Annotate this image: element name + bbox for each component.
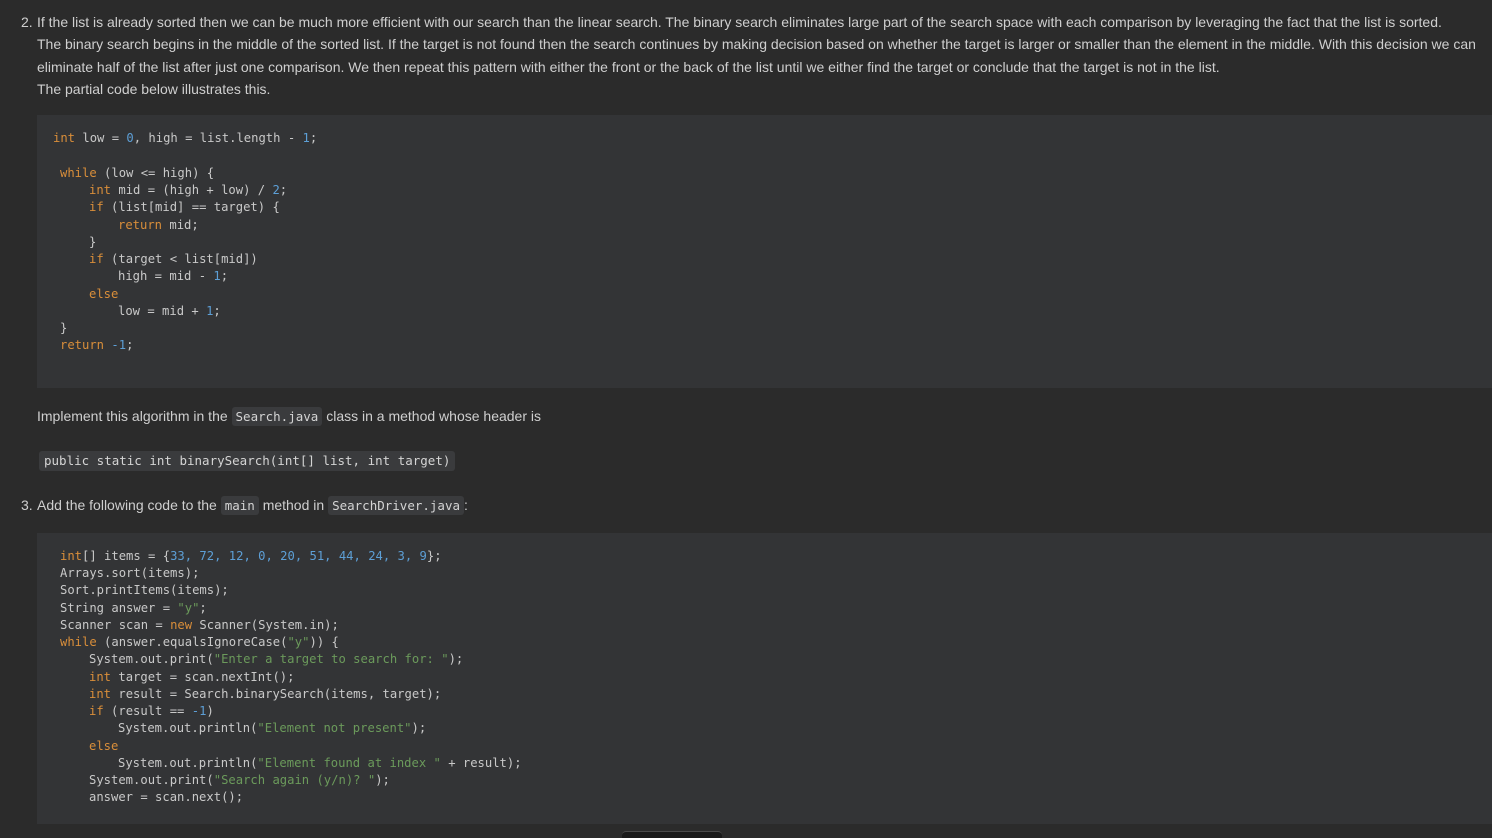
add-code-instruction: Add the following code to the main metho… [37, 496, 468, 515]
code-line: int low = 0, high = list.length - 1; [53, 131, 318, 145]
code-line: } [60, 321, 68, 335]
code-line: answer = scan.next(); [89, 790, 244, 804]
binary-search-description: If the list is already sorted then we ca… [37, 11, 1482, 100]
code-line: return mid; [118, 218, 199, 232]
code-line: int result = Search.binarySearch(items, … [89, 687, 442, 701]
code-line: while (low <= high) { [60, 166, 215, 180]
code-line: System.out.println("Element found at ind… [118, 756, 522, 770]
code-line: Arrays.sort(items); [60, 566, 200, 580]
code-line: System.out.print("Search again (y/n)? ")… [89, 773, 390, 787]
code-line: if (list[mid] == target) { [89, 200, 280, 214]
paragraph-line: The partial code below illustrates this. [37, 80, 271, 97]
method-header-code: public static int binarySearch(int[] lis… [39, 451, 456, 471]
code-line: else [89, 287, 119, 301]
code-line: System.out.println("Element not present"… [118, 721, 427, 735]
inline-code-searchdriver-java: SearchDriver.java [328, 496, 464, 515]
code-line: Sort.printItems(items); [60, 583, 229, 597]
code-line: String answer = "y"; [60, 601, 207, 615]
inline-code-search-java: Search.java [231, 407, 323, 426]
code-line: if (result == -1) [89, 704, 214, 718]
code-block-binary-search[interactable]: int low = 0, high = list.length - 1; whi… [37, 115, 1492, 388]
code-line: int[] items = {33, 72, 12, 0, 20, 51, 44… [60, 549, 442, 563]
paragraph-line: eliminate half of the list after just on… [37, 58, 1220, 75]
code-line: int target = scan.nextInt(); [89, 670, 295, 684]
implement-instruction: Implement this algorithm in the Search.j… [37, 407, 542, 426]
code-line: while (answer.equalsIgnoreCase("y")) { [60, 635, 339, 649]
code-line: return -1; [60, 338, 134, 352]
code-line: high = mid - 1; [118, 269, 229, 283]
list-number-2: 2. [21, 14, 33, 30]
inline-code-main: main [220, 496, 259, 515]
paragraph-line: If the list is already sorted then we ca… [37, 14, 1442, 30]
code-line: Scanner scan = new Scanner(System.in); [60, 618, 339, 632]
code-line: } [89, 235, 97, 249]
code-line: System.out.print("Enter a target to sear… [89, 652, 464, 666]
paragraph-line: The binary search begins in the middle o… [37, 36, 1476, 53]
list-number-3: 3. [21, 497, 33, 513]
code-line: low = mid + 1; [118, 304, 221, 318]
code-line: if (target < list[mid]) [89, 252, 258, 266]
code-block-search-driver[interactable]: int[] items = {33, 72, 12, 0, 20, 51, 44… [37, 533, 1492, 824]
code-line: else [89, 739, 119, 753]
code-line: int mid = (high + low) / 2; [89, 183, 288, 197]
